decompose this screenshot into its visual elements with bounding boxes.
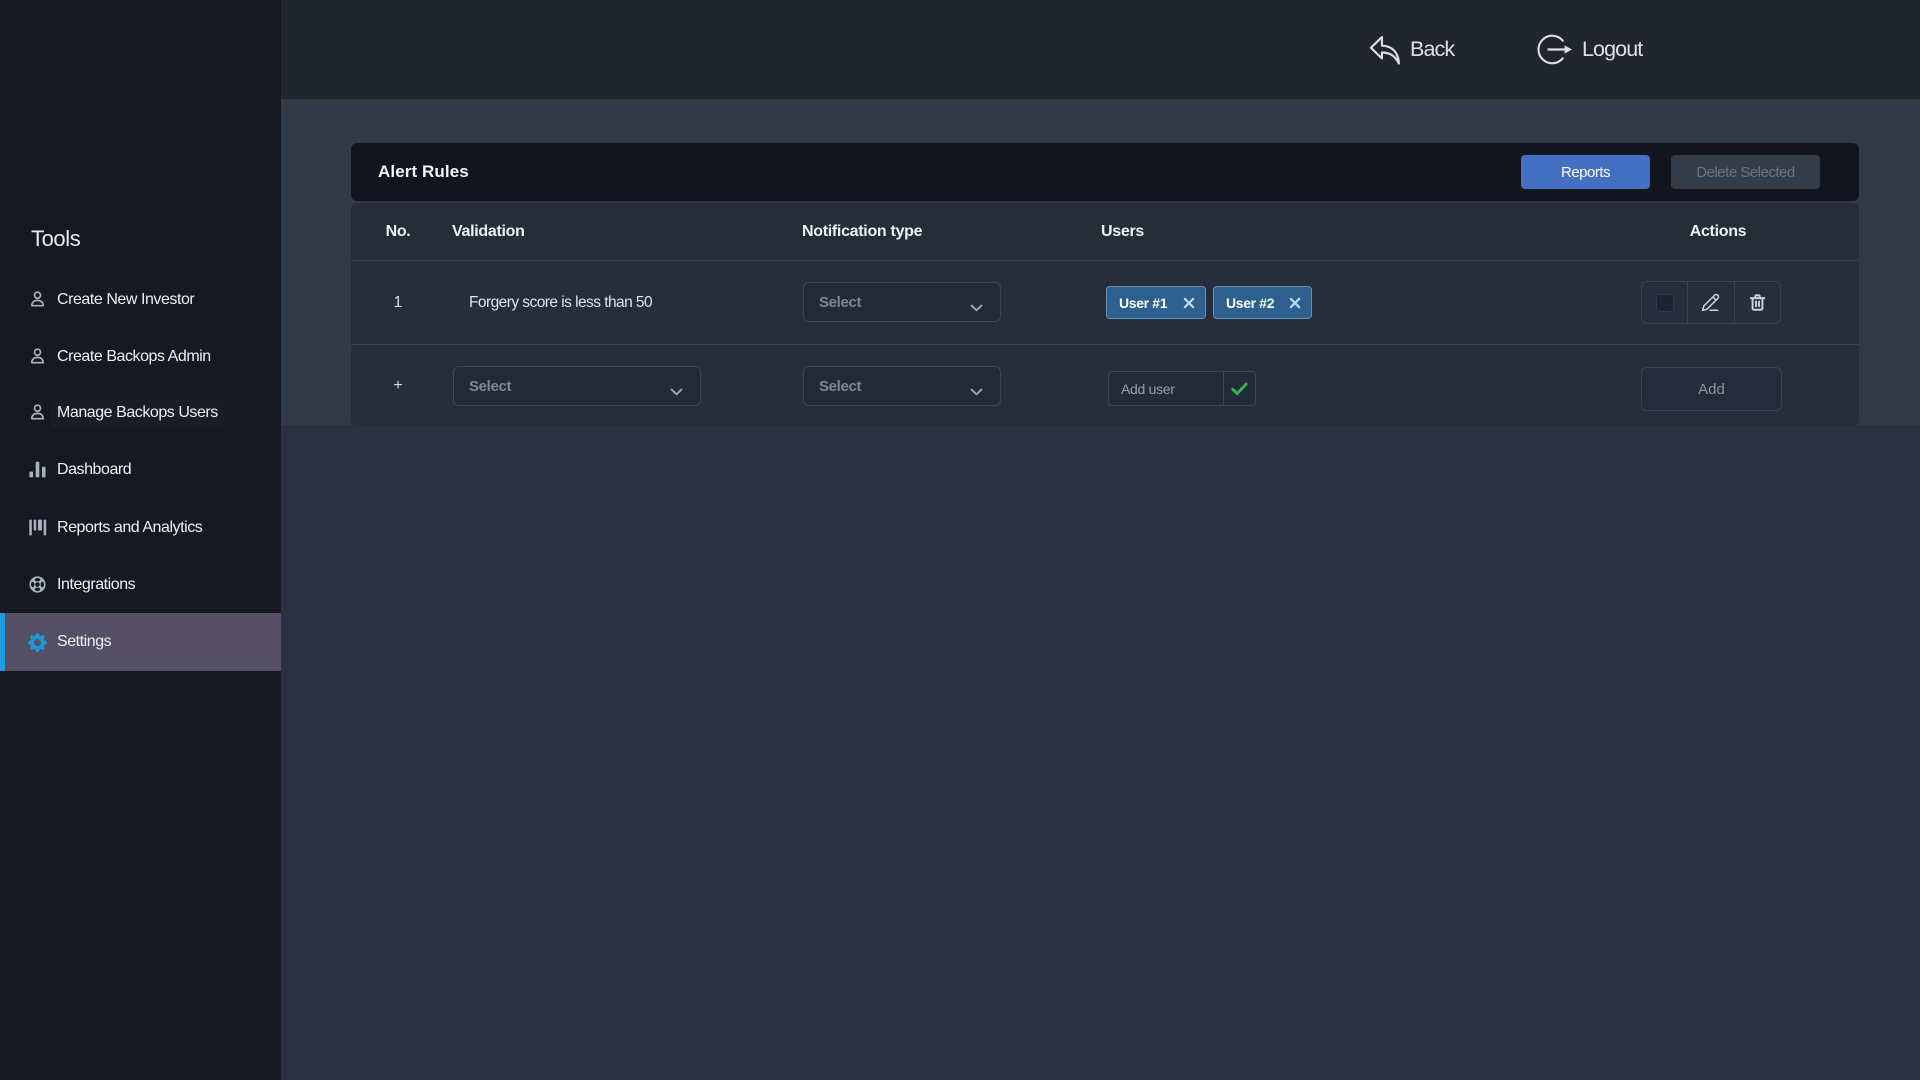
alert-rules-table: No. Validation Notification type Users A… (351, 203, 1859, 426)
sidebar-item-label: Manage Backops Users (57, 404, 218, 422)
row-number: 1 (375, 261, 421, 344)
sidebar-item-label: Integrations (57, 576, 135, 594)
row-checkbox[interactable] (1656, 294, 1674, 312)
chevron-down-icon (970, 383, 983, 401)
sidebar-item-create-backops-admin[interactable]: Create Backops Admin (0, 328, 281, 385)
select-value: Select (819, 378, 861, 395)
confirm-user-button[interactable] (1223, 372, 1255, 405)
user-icon (28, 403, 47, 422)
check-icon (1231, 382, 1248, 396)
column-header-actions: Actions (1641, 203, 1795, 261)
remove-user-icon[interactable] (1289, 297, 1301, 309)
notification-type-select[interactable]: Select (803, 366, 1001, 406)
sidebar-item-integrations[interactable]: Integrations (0, 556, 281, 613)
trash-icon (1748, 293, 1767, 312)
bar-chart-icon (28, 460, 47, 479)
add-user-input[interactable] (1109, 372, 1223, 405)
validation-select[interactable]: Select (453, 366, 701, 406)
back-arrow-icon (1369, 34, 1401, 66)
logout-button[interactable]: Logout (1537, 0, 1642, 99)
app-root: Tools Create New Investor Create Backops… (0, 0, 1920, 1080)
back-button[interactable]: Back (1369, 0, 1454, 99)
logout-icon (1537, 33, 1573, 66)
sidebar-item-label: Settings (57, 633, 111, 651)
chevron-down-icon (970, 299, 983, 317)
user-icon (28, 290, 47, 309)
select-value: Select (469, 378, 511, 395)
select-row-cell (1642, 282, 1688, 323)
sidebar-item-label: Create New Investor (57, 291, 194, 309)
pencil-icon (1701, 293, 1720, 312)
sidebar-item-label: Dashboard (57, 461, 131, 479)
column-header-users: Users (1101, 203, 1144, 261)
sidebar-item-label: Reports and Analytics (57, 519, 202, 537)
user-chip: User #1 (1106, 286, 1206, 319)
select-value: Select (819, 294, 861, 311)
table-row: 1 Forgery score is less than 50 Select U… (351, 261, 1859, 345)
validation-text: Forgery score is less than 50 (469, 261, 652, 344)
notification-type-select[interactable]: Select (803, 282, 1001, 322)
table-header-row: No. Validation Notification type Users A… (351, 203, 1859, 261)
user-chip-label: User #1 (1119, 295, 1167, 311)
sidebar: Tools Create New Investor Create Backops… (0, 0, 281, 1080)
barcode-icon (28, 518, 47, 537)
column-header-no: No. (375, 203, 421, 261)
topbar: Back Logout (281, 0, 1920, 99)
user-chip: User #2 (1213, 286, 1312, 319)
alert-rules-card-header: Alert Rules Reports Delete Selected (351, 143, 1859, 201)
lifebuoy-icon (28, 575, 47, 594)
logout-label: Logout (1582, 37, 1642, 62)
sidebar-item-label: Create Backops Admin (57, 348, 211, 366)
column-header-validation: Validation (452, 203, 525, 261)
chevron-down-icon (670, 383, 683, 401)
row-actions (1641, 281, 1781, 324)
sidebar-item-settings[interactable]: Settings (0, 613, 281, 671)
sidebar-item-manage-backops-users[interactable]: Manage Backops Users (0, 384, 281, 441)
add-rule-row: + Select Select Add (351, 345, 1859, 426)
delete-selected-button[interactable]: Delete Selected (1671, 155, 1820, 189)
sidebar-item-create-new-investor[interactable]: Create New Investor (0, 271, 281, 328)
page-title: Alert Rules (378, 143, 469, 201)
add-row-plus: + (375, 345, 421, 426)
reports-button[interactable]: Reports (1521, 155, 1650, 189)
edit-row-button[interactable] (1688, 282, 1734, 323)
add-button[interactable]: Add (1641, 367, 1782, 411)
sidebar-title: Tools (31, 226, 80, 252)
column-header-notification-type: Notification type (802, 203, 922, 261)
delete-row-button[interactable] (1735, 282, 1780, 323)
remove-user-icon[interactable] (1183, 297, 1195, 309)
add-user-field (1108, 371, 1256, 406)
gear-icon (28, 633, 47, 652)
back-label: Back (1410, 37, 1454, 62)
user-chip-label: User #2 (1226, 295, 1274, 311)
sidebar-item-reports-and-analytics[interactable]: Reports and Analytics (0, 499, 281, 556)
sidebar-item-dashboard[interactable]: Dashboard (0, 441, 281, 498)
user-icon (28, 347, 47, 366)
